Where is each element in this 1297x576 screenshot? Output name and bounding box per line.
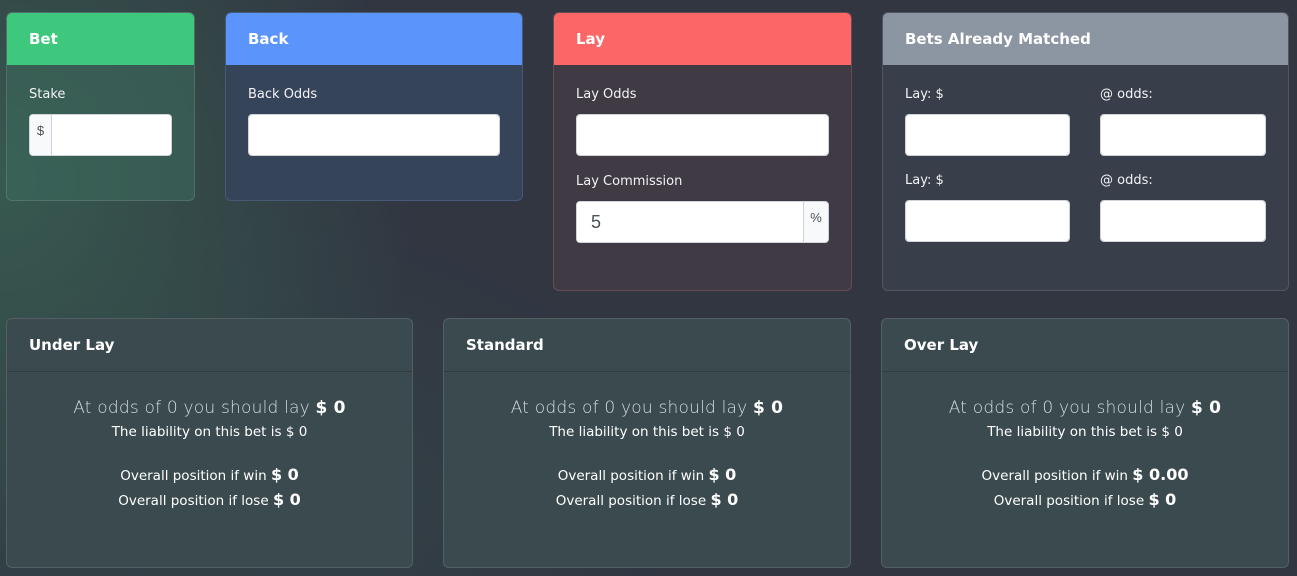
matched-odds-label: @ odds: xyxy=(1100,173,1153,188)
stake-input[interactable] xyxy=(52,115,171,155)
liability-text: The liability on this bet is $ 0 xyxy=(111,424,308,440)
lay-card-title: Lay xyxy=(554,13,851,65)
position-if-lose: Overall position if lose $ 0 xyxy=(118,490,301,509)
standard-card: Standard At odds of 0 you should lay $ 0… xyxy=(443,318,851,568)
matched-lay-cell: Lay: $ xyxy=(905,173,1070,242)
back-card-title: Back xyxy=(226,13,522,65)
lose-value: $ 0 xyxy=(272,490,301,509)
lay-amount: $ 0 xyxy=(315,398,346,418)
back-odds-input-group xyxy=(248,114,500,156)
position-if-win: Overall position if win $ 0 xyxy=(120,465,299,484)
recommended-lay-text: At odds of 0 you should lay $ 0 xyxy=(948,398,1222,418)
bets-already-matched-card: Bets Already Matched Lay: $ @ odds: Lay:… xyxy=(882,12,1289,291)
lay-card: Lay Lay Odds Lay Commission % xyxy=(553,12,852,291)
win-value: $ 0.00 xyxy=(1132,465,1189,484)
matched-odds-input-group xyxy=(1100,200,1266,242)
lay-odds-input[interactable] xyxy=(577,115,828,155)
over-lay-card: Over Lay At odds of 0 you should lay $ 0… xyxy=(881,318,1289,568)
back-odds-input[interactable] xyxy=(249,115,499,155)
position-if-win: Overall position if win $ 0.00 xyxy=(981,465,1189,484)
over-lay-title: Over Lay xyxy=(882,319,1288,372)
odds-value: 0 xyxy=(166,398,178,418)
liability-text: The liability on this bet is $ 0 xyxy=(987,424,1183,440)
liability-text: The liability on this bet is $ 0 xyxy=(549,424,745,440)
matched-odds-input-1[interactable] xyxy=(1101,115,1265,155)
matched-lay-input-group xyxy=(905,114,1070,156)
recommended-lay-text: At odds of 0 you should lay $ 0 xyxy=(73,398,346,418)
lay-amount: $ 0 xyxy=(1191,398,1222,418)
stake-input-group: $ xyxy=(29,114,172,156)
odds-value: 0 xyxy=(604,398,616,418)
matched-lay-cell: Lay: $ xyxy=(905,87,1070,156)
matched-lay-label: Lay: $ xyxy=(905,87,944,102)
lay-amount: $ 0 xyxy=(753,398,784,418)
recommended-lay-text: At odds of 0 you should lay $ 0 xyxy=(510,398,784,418)
lose-value: $ 0 xyxy=(710,490,739,509)
under-lay-title: Under Lay xyxy=(7,319,412,372)
back-odds-label: Back Odds xyxy=(248,87,318,102)
matched-lay-label: Lay: $ xyxy=(905,173,944,188)
position-if-lose: Overall position if lose $ 0 xyxy=(993,490,1177,509)
under-lay-card: Under Lay At odds of 0 you should lay $ … xyxy=(6,318,413,568)
lay-commission-input[interactable] xyxy=(577,202,803,242)
matched-odds-cell: @ odds: xyxy=(1100,87,1266,156)
odds-value: 0 xyxy=(1042,398,1054,418)
win-value: $ 0 xyxy=(270,465,299,484)
lose-value: $ 0 xyxy=(1148,490,1177,509)
matched-odds-label: @ odds: xyxy=(1100,87,1153,102)
matched-odds-input-group xyxy=(1100,114,1266,156)
lay-odds-label: Lay Odds xyxy=(576,87,637,102)
percent-suffix: % xyxy=(803,202,828,242)
back-card: Back Back Odds xyxy=(225,12,523,201)
position-if-lose: Overall position if lose $ 0 xyxy=(555,490,739,509)
position-if-win: Overall position if win $ 0 xyxy=(557,465,737,484)
lay-commission-label: Lay Commission xyxy=(576,174,683,189)
matched-card-title: Bets Already Matched xyxy=(883,13,1288,65)
matched-lay-input-group xyxy=(905,200,1070,242)
bet-card: Bet Stake $ xyxy=(6,12,195,201)
win-value: $ 0 xyxy=(708,465,737,484)
stake-label: Stake xyxy=(29,87,66,102)
lay-odds-input-group xyxy=(576,114,829,156)
matched-lay-input-1[interactable] xyxy=(906,115,1069,155)
matched-odds-cell: @ odds: xyxy=(1100,173,1266,242)
bet-card-title: Bet xyxy=(7,13,194,65)
lay-commission-input-group: % xyxy=(576,201,829,243)
standard-title: Standard xyxy=(444,319,850,372)
dollar-prefix: $ xyxy=(30,115,52,155)
matched-odds-input-2[interactable] xyxy=(1101,201,1265,241)
matched-lay-input-2[interactable] xyxy=(906,201,1069,241)
